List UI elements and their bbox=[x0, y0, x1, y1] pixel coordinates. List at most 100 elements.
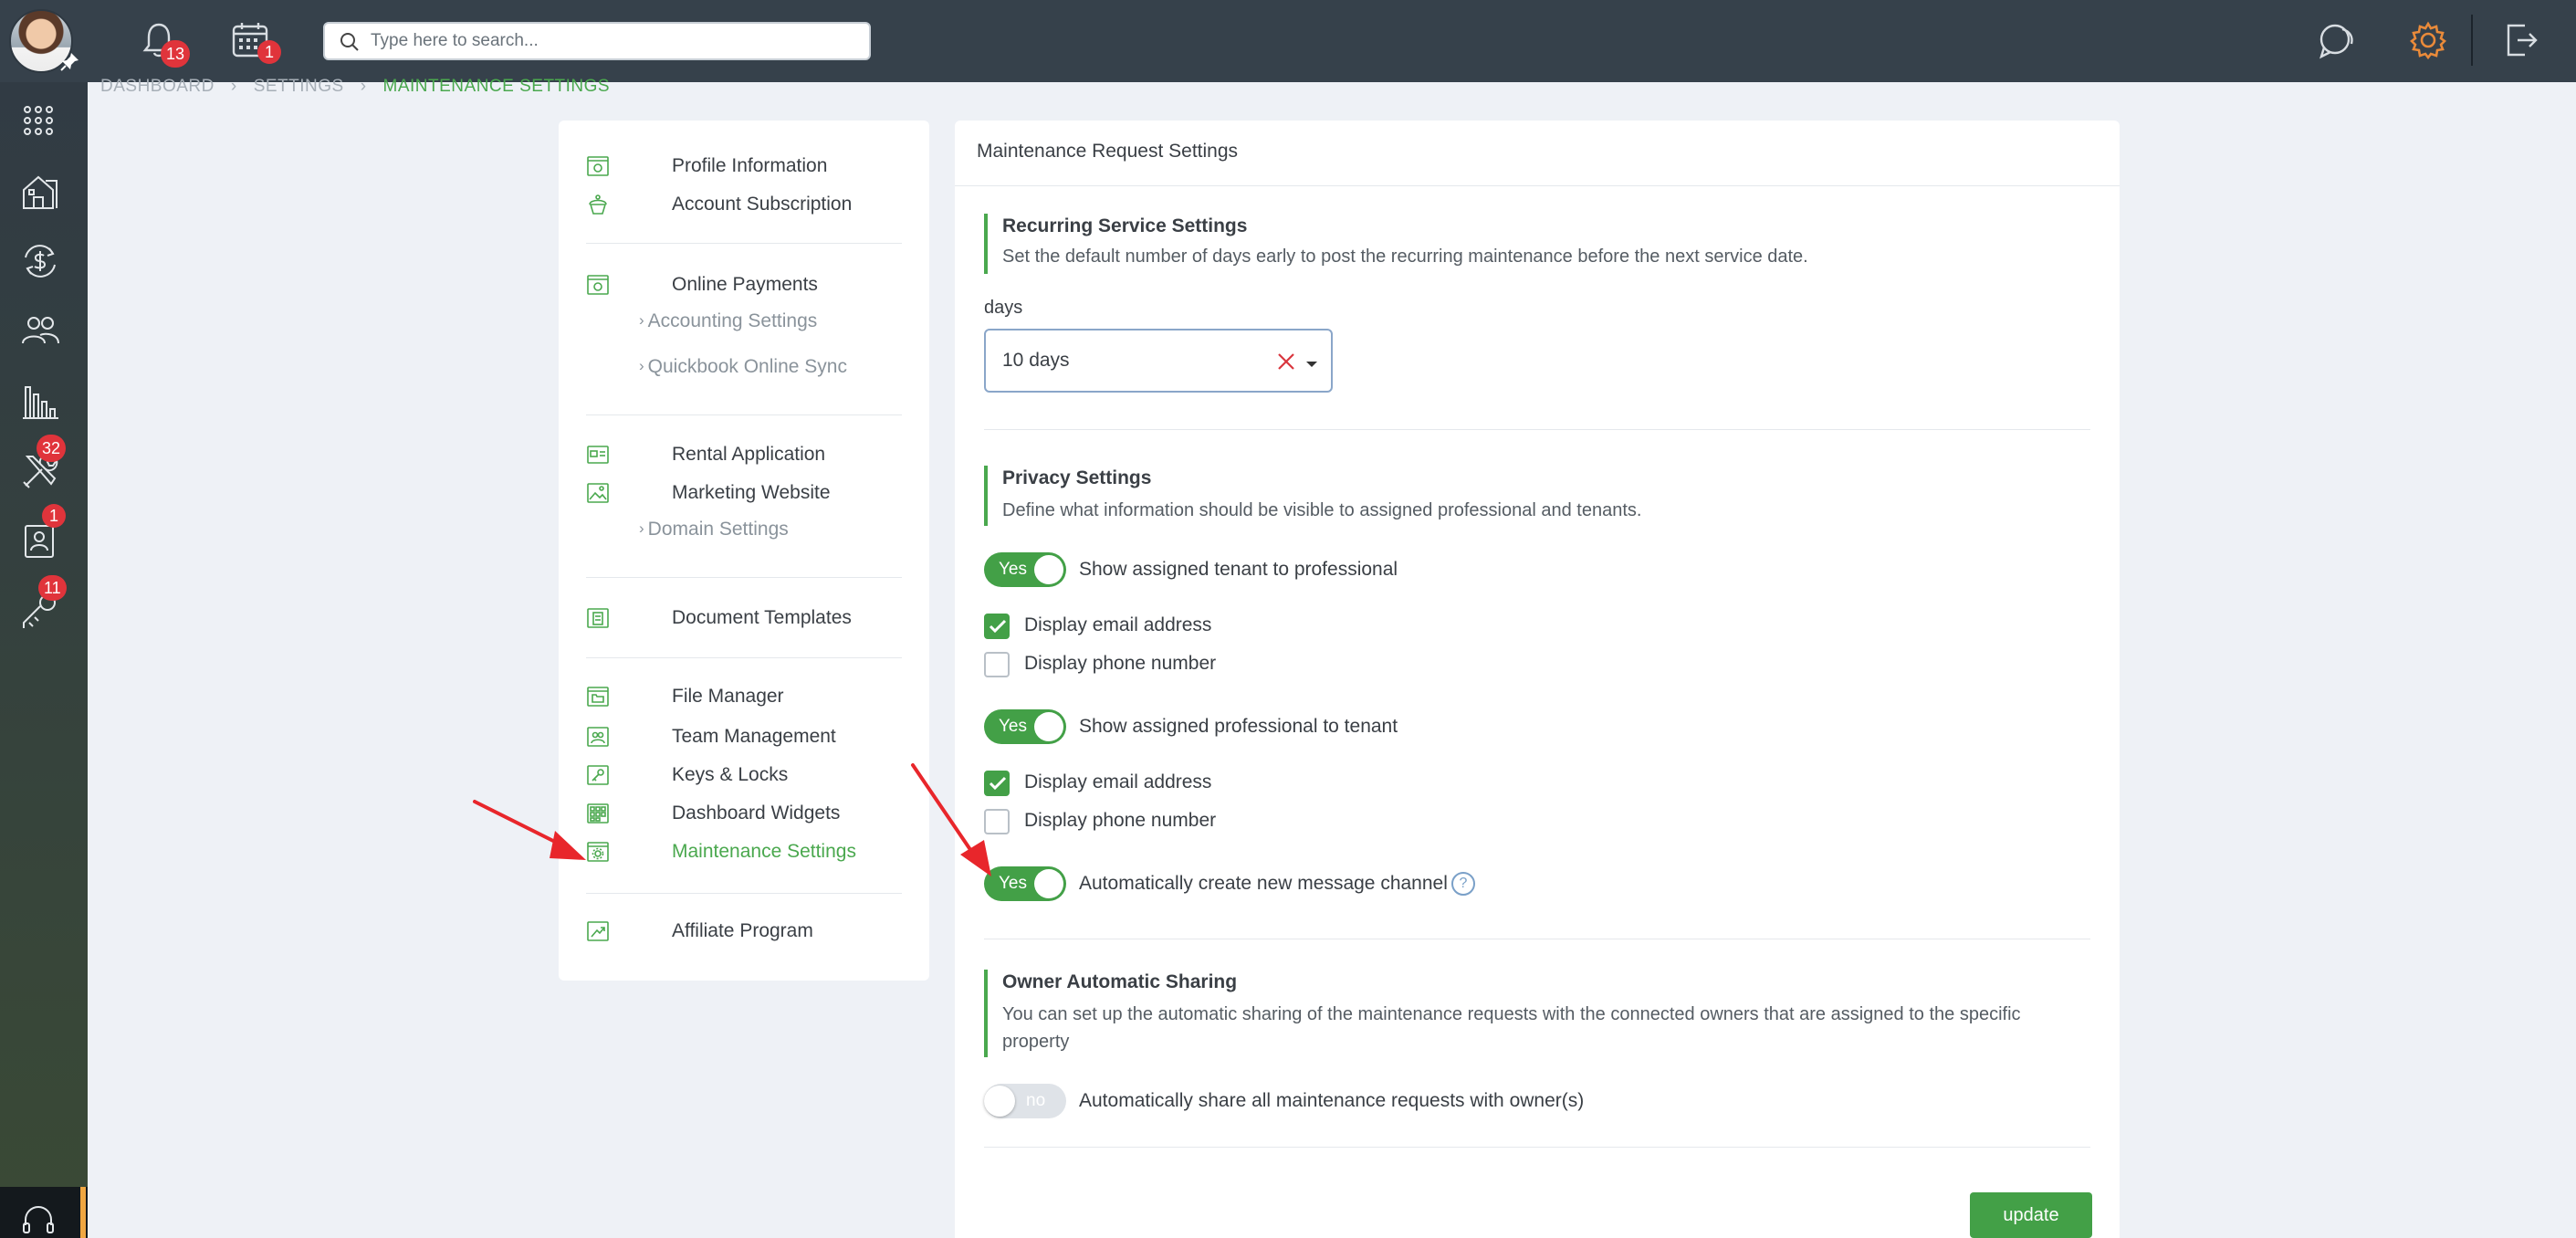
tenant-email-checkbox[interactable] bbox=[984, 614, 1010, 639]
breadcrumb-current: MAINTENANCE SETTINGS bbox=[382, 77, 611, 96]
headset-icon bbox=[23, 1206, 54, 1233]
image-icon bbox=[587, 483, 609, 503]
chevron-right-icon: › bbox=[639, 519, 644, 537]
breadcrumb-chevron-icon: › bbox=[360, 77, 367, 96]
cupcake-icon bbox=[589, 194, 607, 215]
recurring-description: Set the default number of days early to … bbox=[1002, 247, 1808, 267]
nav-divider bbox=[586, 577, 902, 578]
rail-payments[interactable] bbox=[0, 225, 88, 294]
chevron-right-icon: › bbox=[639, 311, 644, 329]
search-box[interactable] bbox=[323, 22, 871, 60]
owner-share-label: Automatically share all maintenance requ… bbox=[1079, 1090, 1585, 1111]
days-label: days bbox=[984, 298, 1023, 318]
show-professional-label: Show assigned professional to tenant bbox=[1079, 716, 1398, 737]
top-bar: 13 1 bbox=[0, 0, 2576, 82]
logout-icon[interactable] bbox=[2503, 20, 2539, 60]
breadcrumb-chevron-icon: › bbox=[230, 77, 237, 96]
nav-accounting-settings[interactable]: › Accounting Settings bbox=[639, 310, 817, 332]
chevron-down-icon[interactable] bbox=[1305, 360, 1318, 369]
card-title: Maintenance Request Settings bbox=[977, 141, 1239, 162]
auto-channel-toggle[interactable]: Yes bbox=[984, 866, 1066, 901]
help-icon[interactable]: ? bbox=[1451, 872, 1475, 896]
owner-share-toggle[interactable]: no bbox=[984, 1084, 1066, 1118]
people-icon bbox=[22, 317, 59, 344]
settings-nav: Profile Information Account Subscription… bbox=[559, 121, 929, 981]
notifications-badge: 13 bbox=[161, 40, 191, 68]
nav-quickbook-online-sync[interactable]: › Quickbook Online Sync bbox=[639, 356, 847, 378]
team-icon bbox=[587, 727, 609, 747]
affiliate-icon bbox=[587, 921, 609, 941]
update-button[interactable]: update bbox=[1970, 1192, 2092, 1238]
applicants-badge: 1 bbox=[42, 504, 66, 528]
nav-domain-settings[interactable]: › Domain Settings bbox=[639, 519, 789, 540]
breadcrumb-settings[interactable]: SETTINGS bbox=[254, 77, 344, 96]
calendar-button[interactable]: 1 bbox=[230, 20, 281, 65]
clear-icon[interactable] bbox=[1276, 351, 1296, 372]
owner-sharing-description: You can set up the automatic sharing of … bbox=[1002, 1004, 2021, 1052]
rail-applicants[interactable]: 1 bbox=[0, 504, 88, 573]
breadcrumb-dashboard[interactable]: DASHBOARD bbox=[100, 77, 215, 96]
show-professional-toggle[interactable]: Yes bbox=[984, 709, 1066, 744]
days-select[interactable]: 10 days bbox=[984, 329, 1333, 393]
show-tenant-toggle[interactable]: Yes bbox=[984, 552, 1066, 587]
owner-sharing-header: Owner Automatic Sharing You can set up t… bbox=[984, 970, 2079, 1057]
tenant-email-label: Display email address bbox=[1024, 614, 1212, 635]
section-divider bbox=[984, 429, 2090, 430]
auto-channel-label: Automatically create new message channel bbox=[1079, 873, 1448, 894]
rail-reports[interactable] bbox=[0, 365, 88, 435]
toggle-knob bbox=[1034, 869, 1063, 898]
nav-divider bbox=[586, 414, 902, 415]
show-tenant-label: Show assigned tenant to professional bbox=[1079, 559, 1398, 580]
privacy-header: Privacy Settings Define what information… bbox=[984, 466, 1641, 526]
annotation-arrow-icon bbox=[911, 763, 991, 876]
calendar-badge: 1 bbox=[257, 40, 281, 64]
payments-icon bbox=[587, 275, 609, 295]
toggle-knob bbox=[1034, 712, 1063, 741]
document-icon bbox=[587, 608, 609, 628]
chevron-right-icon: › bbox=[639, 357, 644, 374]
gear-icon[interactable] bbox=[2408, 20, 2448, 60]
keys-badge: 11 bbox=[38, 575, 67, 601]
search-input[interactable] bbox=[371, 27, 854, 55]
pin-icon[interactable] bbox=[60, 51, 80, 71]
money-cycle-icon bbox=[25, 245, 56, 278]
recurring-title: Recurring Service Settings bbox=[1002, 215, 1248, 236]
rail-maintenance[interactable]: 32 bbox=[0, 435, 88, 504]
privacy-title: Privacy Settings bbox=[1002, 467, 1152, 488]
nav-divider bbox=[586, 243, 902, 244]
check-icon bbox=[989, 619, 1007, 634]
owner-sharing-title: Owner Automatic Sharing bbox=[1002, 971, 1238, 992]
pro-phone-label: Display phone number bbox=[1024, 810, 1217, 831]
card-header: Maintenance Request Settings bbox=[955, 121, 2120, 186]
breadcrumb: DASHBOARD › SETTINGS › MAINTENANCE SETTINGS bbox=[100, 77, 610, 99]
annotation-arrow-icon bbox=[473, 800, 586, 860]
rail-keys[interactable]: 11 bbox=[0, 575, 88, 645]
top-divider bbox=[2471, 15, 2473, 66]
pro-email-label: Display email address bbox=[1024, 771, 1212, 792]
notifications-button[interactable]: 13 bbox=[141, 20, 191, 68]
nav-divider bbox=[586, 657, 902, 658]
rail-people[interactable] bbox=[0, 294, 88, 363]
rail-apps[interactable] bbox=[0, 86, 88, 155]
folder-icon bbox=[587, 687, 609, 707]
tenant-phone-label: Display phone number bbox=[1024, 653, 1217, 674]
search-icon bbox=[340, 33, 359, 51]
recurring-header: Recurring Service Settings Set the defau… bbox=[984, 214, 1808, 274]
key-icon bbox=[587, 765, 609, 785]
bar-chart-icon bbox=[23, 386, 58, 419]
toggle-knob bbox=[1034, 555, 1063, 584]
buildings-icon bbox=[23, 175, 58, 209]
maintenance-badge: 32 bbox=[37, 435, 67, 462]
section-divider bbox=[984, 1147, 2090, 1148]
maintenance-settings-card: Maintenance Request Settings Recurring S… bbox=[955, 121, 2120, 1238]
tenant-phone-checkbox[interactable] bbox=[984, 652, 1010, 677]
apps-grid-icon bbox=[24, 106, 53, 135]
days-select-value: 10 days bbox=[1002, 350, 1070, 371]
application-icon bbox=[587, 446, 609, 464]
rail-properties[interactable] bbox=[0, 155, 88, 225]
profile-icon bbox=[587, 156, 609, 176]
toggle-knob bbox=[984, 1086, 1015, 1117]
chat-icon[interactable] bbox=[2317, 22, 2357, 60]
left-rail: 32 1 11 bbox=[0, 82, 88, 1238]
rail-support[interactable] bbox=[0, 1187, 88, 1238]
